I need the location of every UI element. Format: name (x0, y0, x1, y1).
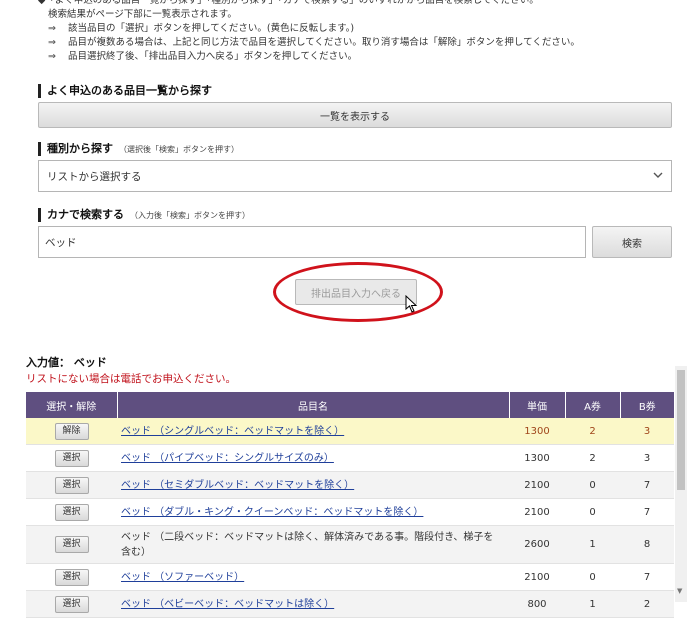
kana-section-title: カナで検索する （入力後「検索」ボタンを押す） (38, 208, 250, 222)
a-ticket-cell: 0 (565, 498, 620, 526)
column-header: B券 (620, 392, 674, 418)
select-button[interactable]: 選択 (54, 536, 89, 553)
item-name-link[interactable]: ベッド （セミダブルベッド：ベッドマットを除く） (121, 480, 354, 491)
a-ticket-cell: 2 (565, 444, 620, 472)
kana-search-input[interactable]: ベッド (38, 226, 586, 258)
item-name-cell: ベッド （ダブル・キング・クイーンベッド：ベッドマットを除く） (117, 498, 509, 526)
action-cell: 選択 (26, 590, 117, 618)
b-ticket-cell: 8 (620, 525, 674, 564)
item-name-link[interactable]: ベッド （ダブル・キング・クイーンベッド：ベッドマットを除く） (121, 507, 423, 518)
scroll-down-icon[interactable]: ▼ (677, 587, 682, 595)
b-ticket-cell: 3 (620, 418, 674, 445)
price-cell: 1300 (509, 444, 565, 472)
item-name-link[interactable]: ベッド （ソファーベッド） (121, 572, 244, 583)
table-row: 選択 ベッド （ダブル・キング・クイーンベッド：ベッドマットを除く） 2100 0 7 (26, 498, 674, 526)
action-cell: 選択 (26, 563, 117, 591)
price-cell: 2100 (509, 563, 565, 591)
category-select-value: リストから選択する (47, 170, 142, 183)
action-cell: 選択 (26, 525, 117, 564)
input-value-label: 入力値： ベッド (26, 356, 107, 369)
column-header: 選択・解除 (26, 392, 118, 418)
action-cell: 選択 (26, 444, 117, 472)
results-scrollbar[interactable] (675, 366, 687, 602)
instruction-line: ◆「よく申込のある品目一覧から探す」「種別から探す」「カナで検索する」のいずれか… (38, 0, 539, 6)
b-ticket-cell: 3 (620, 444, 674, 472)
instruction-line: ⇒ 品目が複数ある場合は、上記と同じ方法で品目を選択してください。取り消す場合は「… (48, 37, 580, 48)
mouse-cursor-icon (405, 294, 419, 313)
item-name-cell: ベッド （セミダブルベッド：ベッドマットを除く） (117, 471, 509, 499)
price-cell: 2600 (509, 525, 565, 564)
arrow-icon: ⇒ (48, 51, 56, 62)
table-row: 選択 ベッド （ベビーベッド：ベッドマットは除く） 800 1 2 (26, 590, 674, 618)
item-name-cell: ベッド （パイプベッド：シングルサイズのみ） (117, 444, 509, 472)
price-cell: 2100 (509, 471, 565, 499)
item-name-link[interactable]: ベッド （ベビーベッド：ベッドマットは除く） (121, 599, 334, 610)
a-ticket-cell: 1 (565, 590, 620, 618)
table-row: 解除 ベッド （シングルベッド：ベッドマットを除く） 1300 2 3 (26, 418, 674, 445)
item-name-cell: ベッド （二段ベッド：ベッドマットは除く、解体済みである事。階段付き、梯子を含む… (117, 525, 509, 564)
b-ticket-cell: 7 (620, 471, 674, 499)
b-ticket-cell: 7 (620, 498, 674, 526)
action-cell: 選択 (26, 498, 117, 526)
a-ticket-cell: 0 (565, 471, 620, 499)
price-cell: 1300 (509, 418, 565, 445)
items-table: 選択・解除 品目名 単価 A券 B券 解除 ベッド （シングルベッド：ベッドマット… (26, 392, 674, 618)
phone-note: リストにない場合は電話でお申込ください。 (26, 373, 236, 385)
arrow-icon: ⇒ (48, 37, 56, 48)
a-ticket-cell: 2 (565, 418, 620, 445)
select-button[interactable]: 選択 (54, 476, 89, 494)
select-button[interactable]: 選択 (54, 449, 89, 467)
a-ticket-cell: 0 (565, 563, 620, 591)
price-cell: 2100 (509, 498, 565, 526)
instruction-line: 検索結果がページ下部に一覧表示されます。 (48, 9, 237, 20)
category-select[interactable]: リストから選択する (38, 160, 672, 192)
chevron-down-icon (653, 170, 663, 183)
show-list-button[interactable]: 一覧を表示する (38, 102, 672, 128)
column-header: 品目名 (117, 392, 510, 418)
column-header: 単価 (509, 392, 566, 418)
item-name-link[interactable]: ベッド （シングルベッド：ベッドマットを除く） (121, 426, 344, 437)
deselect-button[interactable]: 解除 (54, 422, 89, 440)
table-header-row: 選択・解除 品目名 単価 A券 B券 (26, 392, 674, 418)
action-cell: 選択 (26, 471, 117, 499)
b-ticket-cell: 2 (620, 590, 674, 618)
table-row: 選択 ベッド （ソファーベッド） 2100 0 7 (26, 563, 674, 591)
select-button[interactable]: 選択 (54, 595, 89, 613)
item-name-cell: ベッド （ソファーベッド） (117, 563, 509, 591)
column-header: A券 (565, 392, 621, 418)
a-ticket-cell: 1 (565, 525, 620, 564)
price-cell: 800 (509, 590, 565, 618)
item-name-cell: ベッド （シングルベッド：ベッドマットを除く） (117, 418, 509, 445)
table-row: 選択 ベッド （二段ベッド：ベッドマットは除く、解体済みである事。階段付き、梯子を… (26, 525, 674, 564)
select-button[interactable]: 選択 (54, 568, 89, 586)
item-name-cell: ベッド （ベビーベッド：ベッドマットは除く） (117, 590, 509, 618)
select-button[interactable]: 選択 (54, 503, 89, 521)
instruction-line: ⇒ 該当品目の「選択」ボタンを押してください。(黄色に反転します。) (48, 23, 355, 34)
category-section-title: 種別から探す （選択後「検索」ボタンを押す） (38, 142, 239, 156)
table-row: 選択 ベッド （セミダブルベッド：ベッドマットを除く） 2100 0 7 (26, 471, 674, 499)
b-ticket-cell: 7 (620, 563, 674, 591)
popular-section-title: よく申込のある品目一覧から探す (38, 84, 212, 98)
scrollbar-thumb[interactable] (677, 370, 685, 490)
instruction-line: ⇒ 品目選択終了後、「排出品目入力へ戻る」ボタンを押してください。 (48, 51, 358, 62)
instructions: ◆「よく申込のある品目一覧から探す」「種別から探す」「カナで検索する」のいずれか… (38, 0, 678, 64)
table-row: 選択 ベッド （パイプベッド：シングルサイズのみ） 1300 2 3 (26, 444, 674, 472)
item-name-link[interactable]: ベッド （パイプベッド：シングルサイズのみ） (121, 453, 334, 464)
input-value: ベッド (73, 356, 107, 369)
item-name: ベッド （二段ベッド：ベッドマットは除く、解体済みである事。階段付き、梯子を含む… (121, 531, 494, 558)
search-button[interactable]: 検索 (592, 226, 672, 258)
arrow-icon: ⇒ (48, 23, 56, 34)
action-cell: 解除 (26, 418, 117, 445)
